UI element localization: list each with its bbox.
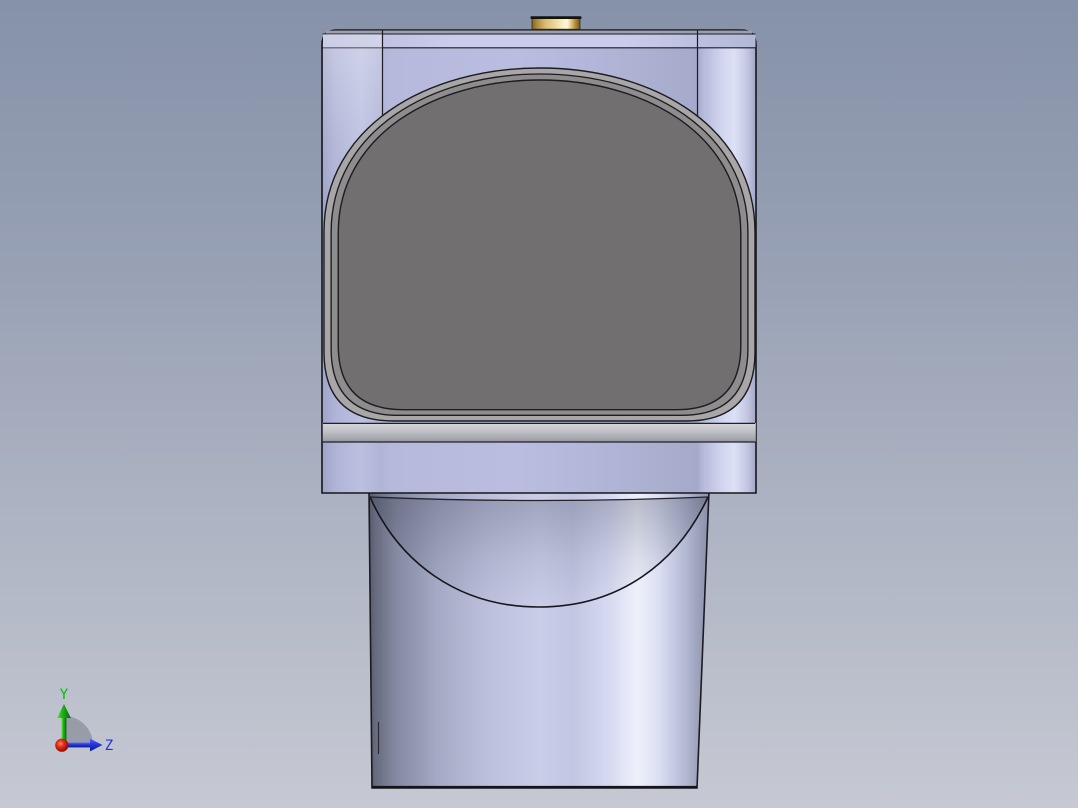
model-bore[interactable]	[323, 67, 756, 422]
bore-face[interactable]	[337, 79, 742, 411]
orientation-triad: Y Z	[55, 687, 113, 754]
ledge-band[interactable]	[322, 423, 756, 442]
cad-model[interactable]	[321, 16, 757, 789]
y-axis-arrowhead	[57, 704, 71, 718]
x-origin-dot	[55, 738, 69, 752]
brass-cap-body[interactable]	[531, 17, 581, 30]
top-chamfer-band[interactable]	[323, 34, 756, 48]
brass-cap-top	[530, 16, 582, 19]
z-axis-label: Z	[105, 738, 113, 754]
model-cylinder[interactable]	[368, 490, 710, 789]
cad-viewport[interactable]: Y Z	[0, 0, 1078, 808]
model-ledge[interactable]	[322, 422, 756, 443]
top-face-edge	[326, 30, 752, 34]
z-axis-arrowhead	[90, 738, 103, 752]
y-axis-label: Y	[60, 687, 69, 703]
cad-scene: Y Z	[55, 16, 757, 789]
axis-fan	[64, 716, 93, 745]
brass-fitting[interactable]	[530, 16, 582, 30]
